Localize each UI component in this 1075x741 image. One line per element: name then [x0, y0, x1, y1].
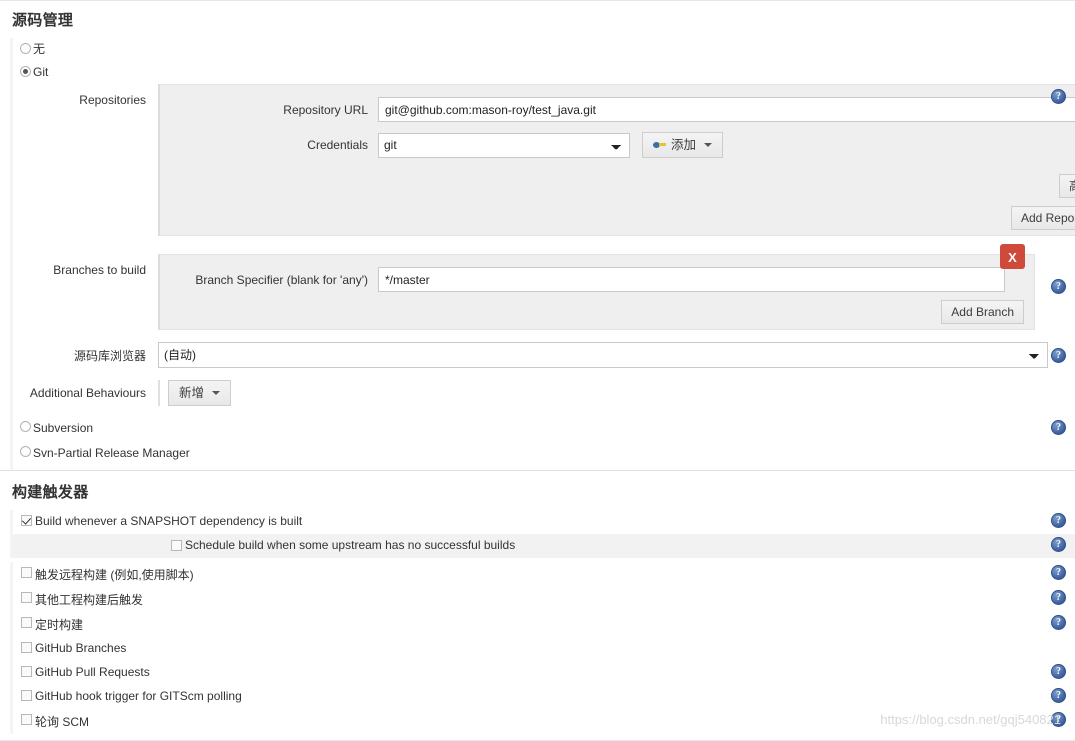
repository-url-input[interactable]	[378, 97, 1075, 122]
checkbox-remote-build-icon[interactable]	[21, 567, 32, 578]
triggers-section-title: 构建触发器	[0, 470, 1075, 510]
checkbox-github-hook-icon[interactable]	[21, 690, 32, 701]
branches-row: Branches to build Branch Specifier (blan…	[13, 244, 1075, 330]
trigger-schedule-upstream[interactable]: Schedule build when some upstream has no…	[10, 534, 1075, 558]
branch-specifier-label: Branch Specifier (blank for 'any')	[195, 272, 368, 287]
credentials-label: Credentials	[307, 138, 368, 152]
add-branch-button[interactable]: Add Branch	[941, 300, 1024, 324]
trigger-scheduled-build[interactable]: 定时构建 ?	[10, 612, 1075, 637]
help-icon-after-other-projects[interactable]: ?	[1051, 590, 1066, 605]
top-divider	[0, 0, 1075, 1]
add-repository-label: Add Repository	[1020, 211, 1075, 225]
chevron-down-icon	[704, 143, 713, 147]
help-icon-poll-scm[interactable]: ?	[1051, 712, 1066, 727]
checkbox-poll-scm-icon[interactable]	[21, 714, 32, 725]
credentials-select[interactable]: git	[378, 132, 630, 158]
scm-option-git[interactable]: Git	[10, 61, 1075, 84]
help-icon-scheduled-build[interactable]: ?	[1051, 615, 1066, 630]
repository-browser-select[interactable]: (自动)	[158, 342, 1048, 368]
trigger-poll-scm[interactable]: 轮询 SCM ?	[10, 709, 1075, 734]
trigger-github-hook-label: GitHub hook trigger for GITScm polling	[35, 689, 242, 703]
repository-browser-row: 源码库浏览器 (自动) ?	[13, 342, 1075, 368]
trigger-remote-build-label: 触发远程构建 (例如,使用脚本)	[35, 568, 194, 582]
repositories-label: Repositories	[79, 93, 146, 107]
add-repository-button[interactable]: Add Repository	[1010, 206, 1075, 230]
checkbox-scheduled-build-icon[interactable]	[21, 617, 32, 628]
git-config-body: Repositories Repository URL Credentials …	[10, 84, 1075, 416]
help-icon-branches[interactable]: ?	[1051, 279, 1066, 294]
help-icon-remote-build[interactable]: ?	[1051, 565, 1066, 580]
scm-option-git-label: Git	[33, 65, 49, 79]
branch-specifier-input[interactable]	[378, 267, 1005, 292]
trigger-snapshot-dependency[interactable]: Build whenever a SNAPSHOT dependency is …	[10, 510, 1075, 534]
add-branch-label: Add Branch	[951, 305, 1014, 319]
trigger-after-other-projects[interactable]: 其他工程构建后触发 ?	[10, 587, 1075, 612]
additional-behaviours-row: Additional Behaviours 新增	[13, 380, 1075, 406]
advanced-button[interactable]: 高级...	[1058, 174, 1075, 198]
radio-git-icon[interactable]	[20, 66, 31, 77]
trigger-scheduled-build-label: 定时构建	[35, 618, 84, 632]
trigger-github-hook[interactable]: GitHub hook trigger for GITScm polling ?	[10, 685, 1075, 709]
additional-behaviours-add-button[interactable]: 新增	[168, 380, 232, 406]
jenkins-job-config-page: 源码管理 无 Git Repositories Repository URL C…	[0, 0, 1075, 741]
repository-url-label: Repository URL	[283, 102, 368, 117]
checkbox-schedule-upstream-icon[interactable]	[171, 540, 182, 551]
trigger-after-other-projects-label: 其他工程构建后触发	[35, 593, 144, 607]
add-credentials-label: 添加	[671, 138, 697, 152]
radio-svn-partial-icon[interactable]	[20, 446, 31, 457]
help-icon-github-hook[interactable]: ?	[1051, 688, 1066, 703]
trigger-github-pull-requests[interactable]: GitHub Pull Requests ?	[10, 661, 1075, 685]
scm-option-subversion[interactable]: Subversion ?	[10, 416, 1075, 441]
scm-option-subversion-label: Subversion	[33, 421, 94, 435]
scm-section-title: 源码管理	[12, 12, 74, 29]
trigger-snapshot-dependency-label: Build whenever a SNAPSHOT dependency is …	[35, 514, 303, 528]
scm-option-none-label: 无	[33, 42, 46, 56]
checkbox-after-other-projects-icon[interactable]	[21, 592, 32, 603]
help-icon-repository-browser[interactable]: ?	[1051, 348, 1066, 363]
help-icon-schedule-upstream[interactable]: ?	[1051, 537, 1066, 552]
trigger-poll-scm-label: 轮询 SCM	[35, 715, 90, 729]
additional-behaviours-add-label: 新增	[179, 386, 205, 400]
advanced-label: 高级...	[1068, 179, 1075, 193]
checkbox-github-pull-requests-icon[interactable]	[21, 666, 32, 677]
checkbox-github-branches-icon[interactable]	[21, 642, 32, 653]
trigger-github-pull-requests-label: GitHub Pull Requests	[35, 665, 150, 679]
trigger-remote-build[interactable]: 触发远程构建 (例如,使用脚本) ?	[10, 562, 1075, 587]
help-icon-snapshot-dependency[interactable]: ?	[1051, 513, 1066, 528]
radio-subversion-icon[interactable]	[20, 421, 31, 432]
branch-panel: Branch Specifier (blank for 'any') Add B…	[158, 244, 1035, 330]
repositories-row: Repositories Repository URL Credentials …	[13, 84, 1075, 236]
help-icon-github-pull-requests[interactable]: ?	[1051, 664, 1066, 679]
scm-option-svn-partial-label: Svn-Partial Release Manager	[33, 446, 190, 460]
trigger-github-branches-label: GitHub Branches	[35, 641, 127, 655]
add-credentials-button[interactable]: 添加	[642, 132, 724, 158]
branches-label: Branches to build	[53, 263, 146, 277]
repository-browser-label: 源码库浏览器	[73, 348, 146, 363]
trigger-schedule-upstream-label: Schedule build when some upstream has no…	[185, 538, 516, 552]
help-icon-repositories[interactable]: ?	[1051, 89, 1066, 104]
checkbox-snapshot-dependency-icon[interactable]	[21, 515, 32, 526]
additional-behaviours-label: Additional Behaviours	[29, 386, 146, 400]
chevron-down-icon	[212, 391, 221, 395]
scm-option-svn-partial[interactable]: Svn-Partial Release Manager	[10, 441, 1075, 470]
repository-panel: Repository URL Credentials git 添加	[158, 84, 1075, 236]
scm-option-none[interactable]: 无	[10, 38, 1075, 61]
key-icon	[653, 140, 666, 150]
delete-branch-button[interactable]: X	[1000, 244, 1025, 269]
radio-none-icon[interactable]	[20, 43, 31, 54]
help-icon-subversion[interactable]: ?	[1051, 420, 1066, 435]
trigger-github-branches[interactable]: GitHub Branches	[10, 637, 1075, 661]
